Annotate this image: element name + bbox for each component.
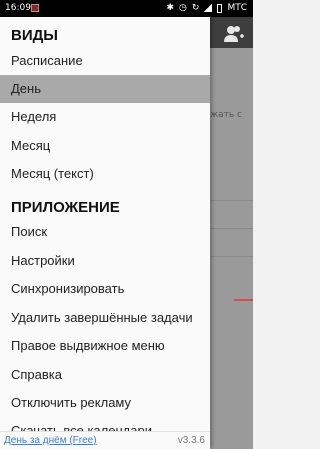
drawer-footer: День за днём (Free) v3.3.6: [0, 431, 210, 449]
drawer-item-delete-completed[interactable]: Удалить завершённые задачи: [0, 304, 210, 332]
battery-icon: [217, 3, 223, 13]
background-hint-text: жать с: [210, 110, 242, 120]
notification-icon: [31, 4, 39, 12]
drawer-item-month[interactable]: Месяц: [0, 132, 210, 160]
add-user-icon[interactable]: [223, 25, 245, 43]
bluetooth-icon: ✱: [166, 3, 175, 13]
alarm-icon: ◷: [179, 3, 187, 13]
drawer-item-settings[interactable]: Настройки: [0, 247, 210, 275]
background-divider: [210, 256, 253, 257]
app-version: v3.3.6: [177, 435, 205, 446]
app-name-link[interactable]: День за днём (Free): [4, 435, 97, 446]
drawer-item-right-drawer[interactable]: Правое выдвижное меню: [0, 332, 210, 360]
section-header-views: ВИДЫ: [11, 27, 58, 44]
status-bar: 16:09 ✱ ◷ ↻ МТС: [0, 0, 253, 17]
sync-icon: ↻: [191, 3, 200, 13]
navigation-drawer: ВИДЫ Расписание День Неделя Месяц Месяц …: [0, 17, 210, 449]
drawer-item-schedule[interactable]: Расписание: [0, 47, 210, 75]
drawer-item-help[interactable]: Справка: [0, 361, 210, 389]
signal-icon: [204, 4, 213, 12]
background-divider: [210, 200, 253, 201]
background-current-time-line: [234, 299, 253, 301]
section-header-app: ПРИЛОЖЕНИЕ: [11, 199, 120, 216]
drawer-item-search[interactable]: Поиск: [0, 218, 210, 246]
drawer-item-week[interactable]: Неделя: [0, 103, 210, 131]
background-divider: [210, 228, 253, 229]
drawer-item-disable-ads[interactable]: Отключить рекламу: [0, 389, 210, 417]
drawer-item-sync[interactable]: Синхронизировать: [0, 275, 210, 303]
status-carrier: МТС: [227, 3, 247, 13]
status-time: 16:09: [5, 3, 31, 13]
drawer-item-month-text[interactable]: Месяц (текст): [0, 160, 210, 188]
drawer-item-day[interactable]: День: [0, 75, 210, 103]
